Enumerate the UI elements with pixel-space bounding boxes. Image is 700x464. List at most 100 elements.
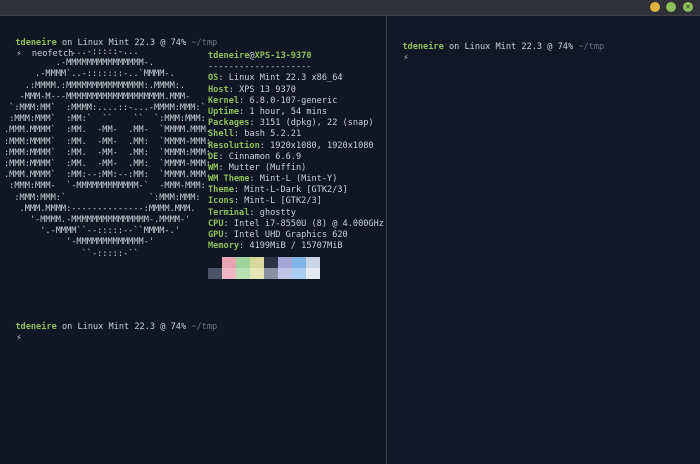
info-key: OS	[208, 73, 219, 84]
color-swatch	[306, 268, 320, 279]
logo-line: ...-:::::-...	[4, 47, 139, 57]
info-key: GPU	[208, 230, 224, 240]
command-line[interactable]: ⚡	[393, 42, 409, 64]
info-row: Resolution: 1920x1080, 1920x1080	[208, 141, 384, 152]
info-colon: :	[249, 118, 260, 129]
info-row: CPU: Intel i7-8550U (8) @ 4.000GHz	[208, 219, 384, 230]
logo-line: .MMM.MMMM` :MM:--:MM:--:MM: `MMMM.MMM.	[4, 170, 211, 181]
color-swatch	[278, 268, 292, 279]
info-colon: :	[228, 84, 240, 95]
color-swatch	[264, 268, 278, 279]
bolt-icon: ⚡	[403, 53, 409, 64]
info-value: 6.8.0-107-generic	[249, 95, 338, 106]
maximize-button[interactable]	[666, 2, 676, 12]
info-row: WM Theme: Mint-L (Mint-Y)	[208, 174, 384, 185]
info-colon: :	[233, 185, 245, 196]
logo-line: :MMM:MMM- `-MMMMMMMMMMMM-` -MMM-MMM:	[4, 181, 206, 192]
info-value: Mint-L [GTK2/3]	[244, 196, 322, 207]
info-row: Uptime: 1 hour, 54 mins	[208, 107, 384, 118]
info-colon: :	[223, 218, 234, 229]
info-key: CPU	[208, 218, 224, 229]
info-row: DE: Cinnamon 6.6.9	[208, 152, 384, 163]
info-value: 1 hour, 54 mins	[249, 106, 328, 117]
info-row: GPU: Intel UHD Graphics 620	[208, 230, 384, 241]
info-value: Mutter (Muffin)	[228, 162, 307, 173]
logo-line: -MMM-M---MMMMMMMMMMMMMMMMMMM.MMM-	[4, 91, 191, 102]
close-button[interactable]: ✕	[683, 2, 693, 12]
info-key: Packages	[208, 118, 250, 129]
info-colon: :	[218, 73, 229, 84]
info-key: Host	[208, 84, 229, 95]
info-value: Intel i7-8550U (8) @ 4.000GHz	[233, 218, 384, 229]
prompt-at: @	[155, 322, 171, 333]
info-colon: :	[249, 174, 260, 185]
info-colon: :	[239, 95, 250, 106]
bolt-icon: ⚡	[16, 333, 22, 344]
minimize-button[interactable]	[650, 2, 660, 12]
info-key: Memory	[208, 241, 240, 252]
prompt-line: tdeneire on Linux Mint 22.3 @ 74% ~/tmp	[392, 31, 604, 53]
window-titlebar: ✕	[0, 0, 700, 16]
prompt-on: on	[56, 322, 78, 333]
info-colon: :	[223, 230, 234, 240]
info-key: Icons	[208, 196, 234, 207]
info-key: Uptime	[208, 106, 240, 117]
info-colon: :	[218, 162, 229, 173]
color-swatch	[222, 268, 236, 279]
info-value: XPS 13 9370	[239, 84, 296, 95]
info-row: Icons: Mint-L [GTK2/3]	[208, 196, 384, 207]
info-colon: :	[218, 151, 229, 162]
info-value: Linux Mint 22.3 x86_64	[228, 73, 343, 84]
logo-line: :MMM:MMMM` :MM. -MM- .MM: `MMMM-MMM:	[4, 159, 211, 170]
info-key: Terminal	[208, 207, 250, 218]
info-row: Host: XPS 13 9370	[208, 85, 384, 96]
color-swatch	[208, 257, 222, 268]
logo-line: .-MMMMMMMMMMMMMMM-.	[4, 58, 155, 69]
info-row: Terminal: ghostty	[208, 208, 384, 219]
logo-line: '-MMMMMMMMMMMMM-'	[4, 237, 155, 248]
terminal-pane-right[interactable]	[387, 16, 700, 464]
color-swatch	[208, 268, 222, 279]
prompt-user: tdeneire	[402, 42, 444, 53]
prompt-path: ~/tmp	[573, 42, 605, 53]
info-value: bash 5.2.21	[244, 129, 302, 140]
info-value: 1920x1080, 1920x1080	[270, 140, 374, 151]
info-value: Intel UHD Graphics 620	[233, 230, 348, 240]
info-key: WM	[208, 162, 219, 173]
prompt-host: Linux Mint 22.3	[77, 322, 156, 333]
command-line[interactable]: ⚡	[6, 322, 22, 344]
prompt-battery: 74%	[170, 322, 187, 333]
prompt-on: on	[443, 42, 465, 53]
logo-line: ``-:::::-``	[4, 248, 139, 259]
logo-line: .MMM.MMMM` :MM. -MM- .MM- `MMMM.MMM.	[4, 125, 211, 136]
logo-line: :MMM:MMMM` :MM. -MM- .MM: `MMMM-MMM:	[4, 136, 211, 147]
color-swatch	[264, 257, 278, 268]
color-palette	[208, 257, 320, 279]
color-swatch	[306, 257, 320, 268]
logo-line: .MMM.MMMM:--------------:MMMM.MMM.	[4, 203, 196, 214]
info-row: OS: Linux Mint 22.3 x86_64	[208, 73, 384, 84]
info-row: Theme: Mint-L-Dark [GTK2/3]	[208, 185, 384, 196]
info-key: Kernel	[208, 95, 240, 106]
info-value: Mint-L (Mint-Y)	[259, 174, 338, 185]
prompt-line: tdeneire on Linux Mint 22.3 @ 74% ~/tmp	[5, 311, 217, 333]
color-swatch	[236, 257, 250, 268]
logo-line: `:MMM:MM` :MMMM:....::-...-MMMM:MMM:`	[4, 103, 206, 114]
info-value: Cinnamon 6.6.9	[228, 151, 302, 162]
color-swatch	[278, 257, 292, 268]
color-swatch	[222, 257, 236, 268]
logo-line: .-MMMM`..-:::::::-..`MMMM-.	[4, 69, 175, 80]
info-key: Resolution	[208, 140, 260, 151]
logo-line: .:MMMM.:MMMMMMMMMMMMMMM:.MMMM:.	[4, 80, 186, 91]
info-key: DE	[208, 151, 219, 162]
info-key: Shell	[208, 129, 234, 140]
info-key: Theme	[208, 185, 234, 196]
info-colon: :	[233, 196, 245, 207]
color-swatch	[236, 268, 250, 279]
prompt-path: ~/tmp	[186, 322, 218, 333]
color-swatch	[250, 268, 264, 279]
info-colon: :	[259, 140, 271, 151]
logo-line: :MMM:MMM` :MM:` `` `` `:MMM:MMM:	[4, 114, 206, 125]
neofetch-info: tdeneire@XPS-13-9370 -------------------…	[208, 51, 384, 252]
info-key: WM Theme	[208, 174, 250, 185]
